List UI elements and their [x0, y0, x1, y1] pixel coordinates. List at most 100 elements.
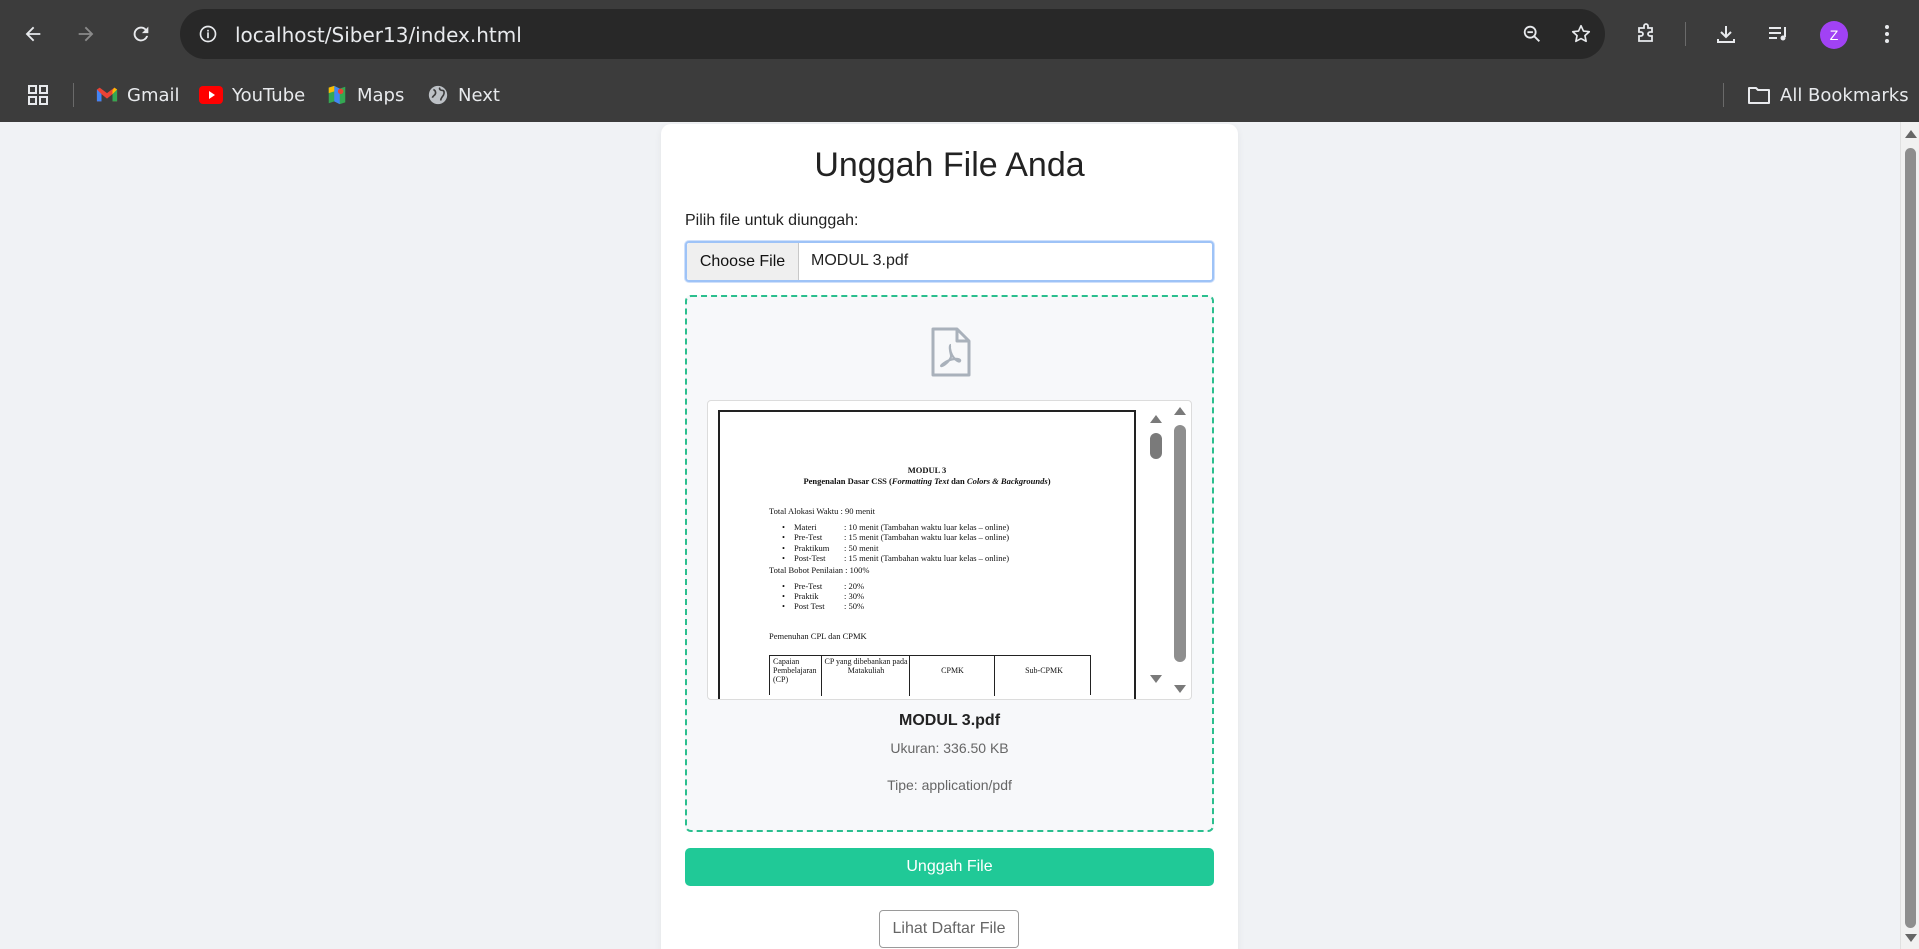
pdf-bullet: •	[782, 532, 785, 542]
all-bookmarks-button[interactable]: All Bookmarks	[1747, 80, 1909, 110]
pdf-item-value: : 15 menit (Tambahan waktu luar kelas – …	[844, 532, 1010, 542]
pdf-table-header: Capaian Pembelajaran (CP)	[770, 656, 822, 696]
pdf-cpl-heading: Pemenuhan CPL dan CPMK	[769, 631, 867, 641]
file-preview-dropzone[interactable]: MODUL 3 Pengenalan Dasar CSS (Formatting…	[685, 295, 1214, 832]
bookmark-label: Gmail	[127, 84, 180, 106]
pdf-item-value: : 20%	[844, 581, 865, 591]
pdf-table-header: CPMK	[911, 656, 995, 696]
bookmark-label: Maps	[357, 84, 405, 106]
pdf-page: MODUL 3 Pengenalan Dasar CSS (Formatting…	[718, 410, 1136, 699]
pdf-subtitle-prefix: Pengenalan Dasar CSS (	[803, 476, 892, 486]
arrow-left-icon	[25, 26, 41, 42]
pdf-item-name: Post Test	[794, 601, 825, 611]
bookmark-gmail[interactable]: Gmail	[96, 80, 180, 110]
bookmark-maps[interactable]: Maps	[326, 80, 404, 110]
pdf-subtitle-italic-2: Colors & Backgrounds	[966, 476, 1048, 486]
pdf-bullet: •	[782, 553, 785, 563]
scroll-up-arrow-icon[interactable]	[1174, 407, 1186, 415]
pdf-table-header: CP yang dibebankan pada Matakuliah	[823, 656, 910, 696]
pdf-alokasi: Total Alokasi Waktu : 90 menit	[769, 506, 875, 516]
bookmark-label: Next	[458, 84, 500, 106]
scroll-up-arrow-icon[interactable]	[1905, 130, 1917, 138]
maps-icon	[328, 85, 346, 105]
pdf-item-name: Materi	[794, 522, 817, 532]
pdf-subtitle-italic-1: Formatting Text	[891, 476, 949, 486]
reload-button[interactable]	[124, 17, 158, 51]
bookmark-next[interactable]: Next	[427, 80, 500, 110]
pdf-item-value: : 50%	[844, 601, 865, 611]
folder-icon	[1748, 87, 1770, 104]
preview-file-name: MODUL 3.pdf	[898, 712, 1001, 729]
apps-icon[interactable]	[26, 80, 50, 110]
youtube-icon	[199, 86, 223, 104]
upload-card: Unggah File Anda Pilih file untuk diungg…	[661, 124, 1238, 949]
page-scrollbar[interactable]	[1900, 122, 1919, 949]
pdf-item-name: Praktik	[794, 591, 819, 601]
page-scroll-thumb[interactable]	[1905, 148, 1916, 928]
preview-file-type: Tipe: application/pdf	[887, 777, 1012, 793]
globe-icon	[428, 85, 448, 105]
pdf-item-name: Post-Test	[794, 553, 826, 563]
pdf-item-name: Praktikum	[794, 543, 830, 553]
pdf-bullet: •	[782, 581, 785, 591]
scroll-down-arrow-icon[interactable]	[1150, 675, 1162, 683]
pdf-table-header: Sub-CPMK	[1025, 666, 1063, 675]
pdf-table: Capaian Pembelajaran (CP) CP yang dibeba…	[769, 655, 1091, 696]
download-icon[interactable]	[1709, 17, 1743, 51]
reload-icon	[133, 26, 149, 42]
pdf-item-name: Pre-Test	[794, 581, 823, 591]
pdf-preview-frame[interactable]: MODUL 3 Pengenalan Dasar CSS (Formatting…	[707, 400, 1192, 700]
scroll-up-arrow-icon[interactable]	[1150, 415, 1162, 423]
bookmarks-bar: Gmail YouTube Maps Next All Bookmarks	[0, 68, 1919, 122]
bookmarks-divider	[73, 83, 74, 107]
address-bar[interactable]: localhost/Siber13/index.html	[180, 9, 1605, 59]
page-title: Unggah File Anda	[814, 146, 1085, 184]
pdf-subtitle-suffix: )	[1047, 476, 1051, 486]
pdf-item-name: Pre-Test	[794, 532, 823, 542]
pdf-file-icon	[931, 327, 971, 377]
pdf-bullet: •	[782, 522, 785, 532]
forward-button[interactable]	[69, 17, 103, 51]
pdf-item-value: : 10 menit (Tambahan waktu luar kelas – …	[844, 522, 1010, 532]
pdf-bullet: •	[782, 543, 785, 553]
choose-file-button[interactable]: Choose File	[687, 243, 799, 280]
bookmark-label: YouTube	[232, 84, 306, 106]
preview-file-size: Ukuran: 336.50 KB	[890, 740, 1009, 756]
bookmark-star-icon[interactable]	[1568, 21, 1594, 47]
upload-button[interactable]: Unggah File	[685, 848, 1214, 886]
media-control-icon[interactable]	[1761, 17, 1795, 51]
pdf-bobot: Total Bobot Penilaian : 100%	[769, 565, 870, 575]
all-bookmarks-label: All Bookmarks	[1780, 84, 1909, 106]
view-file-list-button[interactable]: Lihat Daftar File	[879, 910, 1019, 948]
scroll-down-arrow-icon[interactable]	[1905, 934, 1917, 942]
pdf-item-value: : 30%	[844, 591, 865, 601]
pdf-title: MODUL 3	[907, 465, 947, 475]
scroll-thumb[interactable]	[1150, 433, 1162, 459]
page-viewport: Unggah File Anda Pilih file untuk diungg…	[0, 122, 1900, 949]
toolbar-divider	[1685, 22, 1686, 46]
url-text[interactable]: localhost/Siber13/index.html	[235, 23, 522, 47]
scroll-thumb[interactable]	[1174, 425, 1186, 662]
preview-frame-scrollbar[interactable]	[1170, 401, 1190, 699]
pdf-subtitle: Pengenalan Dasar CSS (Formatting Text da…	[720, 476, 1134, 486]
selected-file-name: MODUL 3.pdf	[811, 252, 909, 269]
gmail-icon	[96, 87, 118, 102]
bookmarks-divider	[1723, 83, 1724, 107]
pdf-page-scrollbar[interactable]	[1146, 411, 1166, 691]
browser-toolbar: localhost/Siber13/index.html Z	[0, 0, 1919, 68]
file-input[interactable]: Choose File MODUL 3.pdf	[685, 241, 1214, 282]
pdf-item-value: : 50 menit	[844, 543, 879, 553]
extensions-icon[interactable]	[1629, 17, 1663, 51]
back-button[interactable]	[16, 17, 50, 51]
pdf-subtitle-mid: dan	[948, 476, 967, 486]
arrow-right-icon	[78, 26, 94, 42]
kebab-menu-icon[interactable]	[1870, 17, 1904, 51]
scroll-down-arrow-icon[interactable]	[1174, 685, 1186, 693]
pdf-bullet: •	[782, 601, 785, 611]
site-info-icon[interactable]	[196, 22, 220, 46]
file-input-label: Pilih file untuk diunggah:	[685, 212, 859, 229]
pdf-item-value: : 15 menit (Tambahan waktu luar kelas – …	[844, 553, 1010, 563]
zoom-icon[interactable]	[1519, 21, 1545, 47]
bookmark-youtube[interactable]: YouTube	[199, 80, 305, 110]
profile-avatar[interactable]: Z	[1820, 21, 1848, 49]
